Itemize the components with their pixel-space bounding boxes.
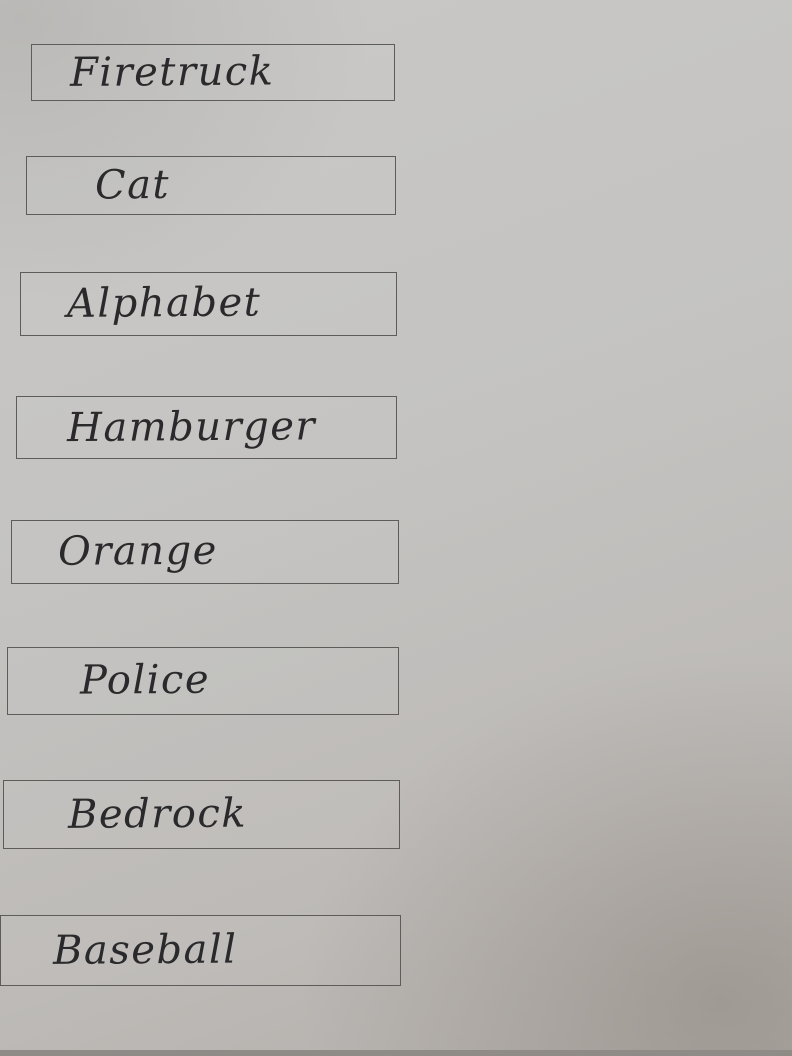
word-box-cat: Cat — [26, 156, 396, 215]
handwritten-word: Orange — [57, 527, 218, 575]
paper-bottom-edge — [0, 1050, 792, 1056]
handwritten-word: Bedrock — [67, 790, 248, 838]
word-box-baseball: Baseball — [0, 915, 401, 986]
word-box-alphabet: Alphabet — [20, 272, 397, 336]
word-box-bedrock: Bedrock — [3, 780, 400, 849]
word-box-police: Police — [7, 647, 399, 715]
handwritten-word: Police — [79, 656, 211, 704]
handwritten-word: Cat — [94, 161, 171, 208]
handwritten-word: Baseball — [52, 926, 238, 974]
handwritten-word: Firetruck — [69, 47, 275, 96]
word-box-orange: Orange — [11, 520, 399, 584]
word-box-hamburger: Hamburger — [16, 396, 397, 459]
handwritten-word: Alphabet — [66, 279, 262, 327]
word-box-firetruck: Firetruck — [31, 44, 395, 101]
handwritten-word: Hamburger — [66, 402, 317, 451]
paper-sheet: Firetruck Cat Alphabet Hamburger Orange … — [0, 0, 792, 1056]
